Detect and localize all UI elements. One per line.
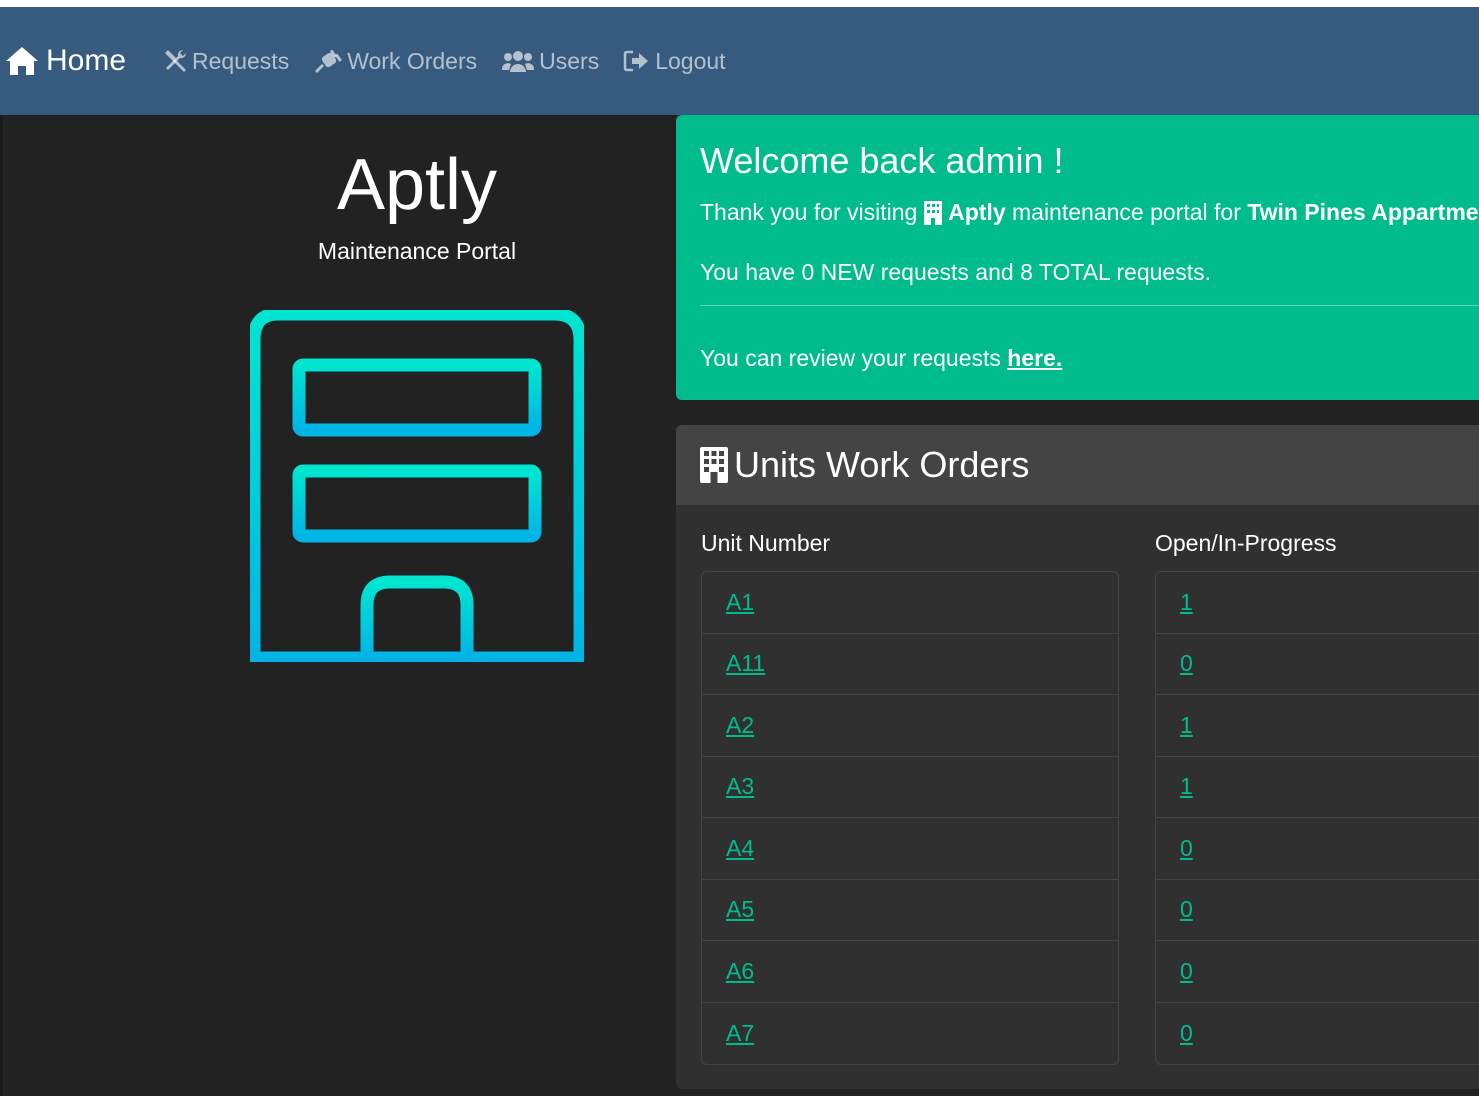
open-count-link[interactable]: 0 xyxy=(1180,650,1193,677)
welcome-intro-prefix: Thank you for visiting xyxy=(700,199,918,225)
list-item: A11 xyxy=(702,634,1118,695)
nav-users-label: Users xyxy=(539,47,600,74)
users-icon xyxy=(502,51,535,72)
list-item: A1 xyxy=(702,572,1118,634)
building-small-icon xyxy=(923,200,942,225)
home-icon xyxy=(6,47,38,75)
plug-icon xyxy=(315,49,343,74)
open-count-link[interactable]: 0 xyxy=(1180,835,1193,862)
nav-users-link[interactable]: Users xyxy=(501,48,599,75)
nav-home-link[interactable]: Home xyxy=(4,44,126,78)
card-header: Units Work Orders xyxy=(676,425,1479,505)
building-icon xyxy=(250,310,584,662)
list-item: 1 xyxy=(1156,572,1479,634)
unit-link[interactable]: A2 xyxy=(726,712,754,739)
nav-requests-label: Requests xyxy=(192,47,290,74)
building-small-icon xyxy=(700,447,728,483)
open-count-link[interactable]: 1 xyxy=(1180,589,1193,616)
list-item: A7 xyxy=(702,1003,1118,1065)
unit-link[interactable]: A6 xyxy=(726,958,754,985)
unit-link[interactable]: A5 xyxy=(726,896,754,923)
list-item: A6 xyxy=(702,941,1118,1003)
open-count-link[interactable]: 1 xyxy=(1180,773,1193,800)
nav-logout-label: Logout xyxy=(655,47,726,74)
welcome-intro-middle: maintenance portal for xyxy=(1012,199,1241,225)
nav-work-orders-link[interactable]: Work Orders xyxy=(313,48,477,75)
unit-link[interactable]: A11 xyxy=(726,650,765,677)
list-item: 0 xyxy=(1156,818,1479,880)
unit-number-header: Unit Number xyxy=(701,530,831,556)
welcome-review-text: You can review your requests here. xyxy=(700,345,1062,372)
unit-link[interactable]: A1 xyxy=(726,589,754,616)
nav-work-orders-label: Work Orders xyxy=(347,47,478,74)
welcome-intro: Thank you for visiting Aptly maintenance… xyxy=(700,199,1479,226)
window-top-strip xyxy=(0,0,1479,7)
unit-link[interactable]: A4 xyxy=(726,835,754,862)
welcome-divider xyxy=(700,305,1479,306)
navbar: Home Requests Work Orders Users Logout xyxy=(0,7,1479,115)
list-item: A4 xyxy=(702,818,1118,880)
list-item: 0 xyxy=(1156,880,1479,941)
welcome-request-summary: You have 0 NEW requests and 8 TOTAL requ… xyxy=(700,259,1211,285)
logout-icon xyxy=(623,50,649,72)
unit-link[interactable]: A7 xyxy=(726,1020,754,1047)
welcome-property: Twin Pines Appartments xyxy=(1247,199,1479,225)
review-requests-link[interactable]: here. xyxy=(1007,345,1062,371)
list-item: 0 xyxy=(1156,941,1479,1003)
open-count-link[interactable]: 0 xyxy=(1180,958,1193,985)
list-item: 0 xyxy=(1156,634,1479,695)
list-item: 1 xyxy=(1156,757,1479,818)
list-item: A3 xyxy=(702,757,1118,818)
list-item: A5 xyxy=(702,880,1118,941)
welcome-review-prefix: You can review your requests xyxy=(700,345,1001,371)
list-item: 1 xyxy=(1156,695,1479,757)
open-count-link[interactable]: 1 xyxy=(1180,712,1193,739)
unit-link[interactable]: A3 xyxy=(726,773,754,800)
unit-number-list: A1 A11 A2 A3 A4 A5 A6 A7 xyxy=(701,571,1119,1065)
welcome-alert: Welcome back admin ! Thank you for visit… xyxy=(676,115,1479,400)
tools-icon xyxy=(165,49,187,72)
units-work-orders-card: Units Work Orders Unit Number Open/In-Pr… xyxy=(676,425,1479,1089)
nav-requests-link[interactable]: Requests xyxy=(162,48,289,75)
list-item: 0 xyxy=(1156,1003,1479,1065)
nav-logout-link[interactable]: Logout xyxy=(623,47,726,75)
open-count-list: 1 0 1 1 0 0 0 0 xyxy=(1155,571,1479,1065)
list-item: A2 xyxy=(702,695,1118,757)
card-title: Units Work Orders xyxy=(734,444,1030,485)
open-count-link[interactable]: 0 xyxy=(1180,896,1193,923)
open-count-link[interactable]: 0 xyxy=(1180,1020,1193,1047)
nav-home-label: Home xyxy=(46,44,127,77)
open-in-progress-header: Open/In-Progress xyxy=(1155,530,1337,556)
welcome-brand: Aptly xyxy=(948,199,1006,225)
welcome-heading: Welcome back admin ! xyxy=(700,140,1064,181)
